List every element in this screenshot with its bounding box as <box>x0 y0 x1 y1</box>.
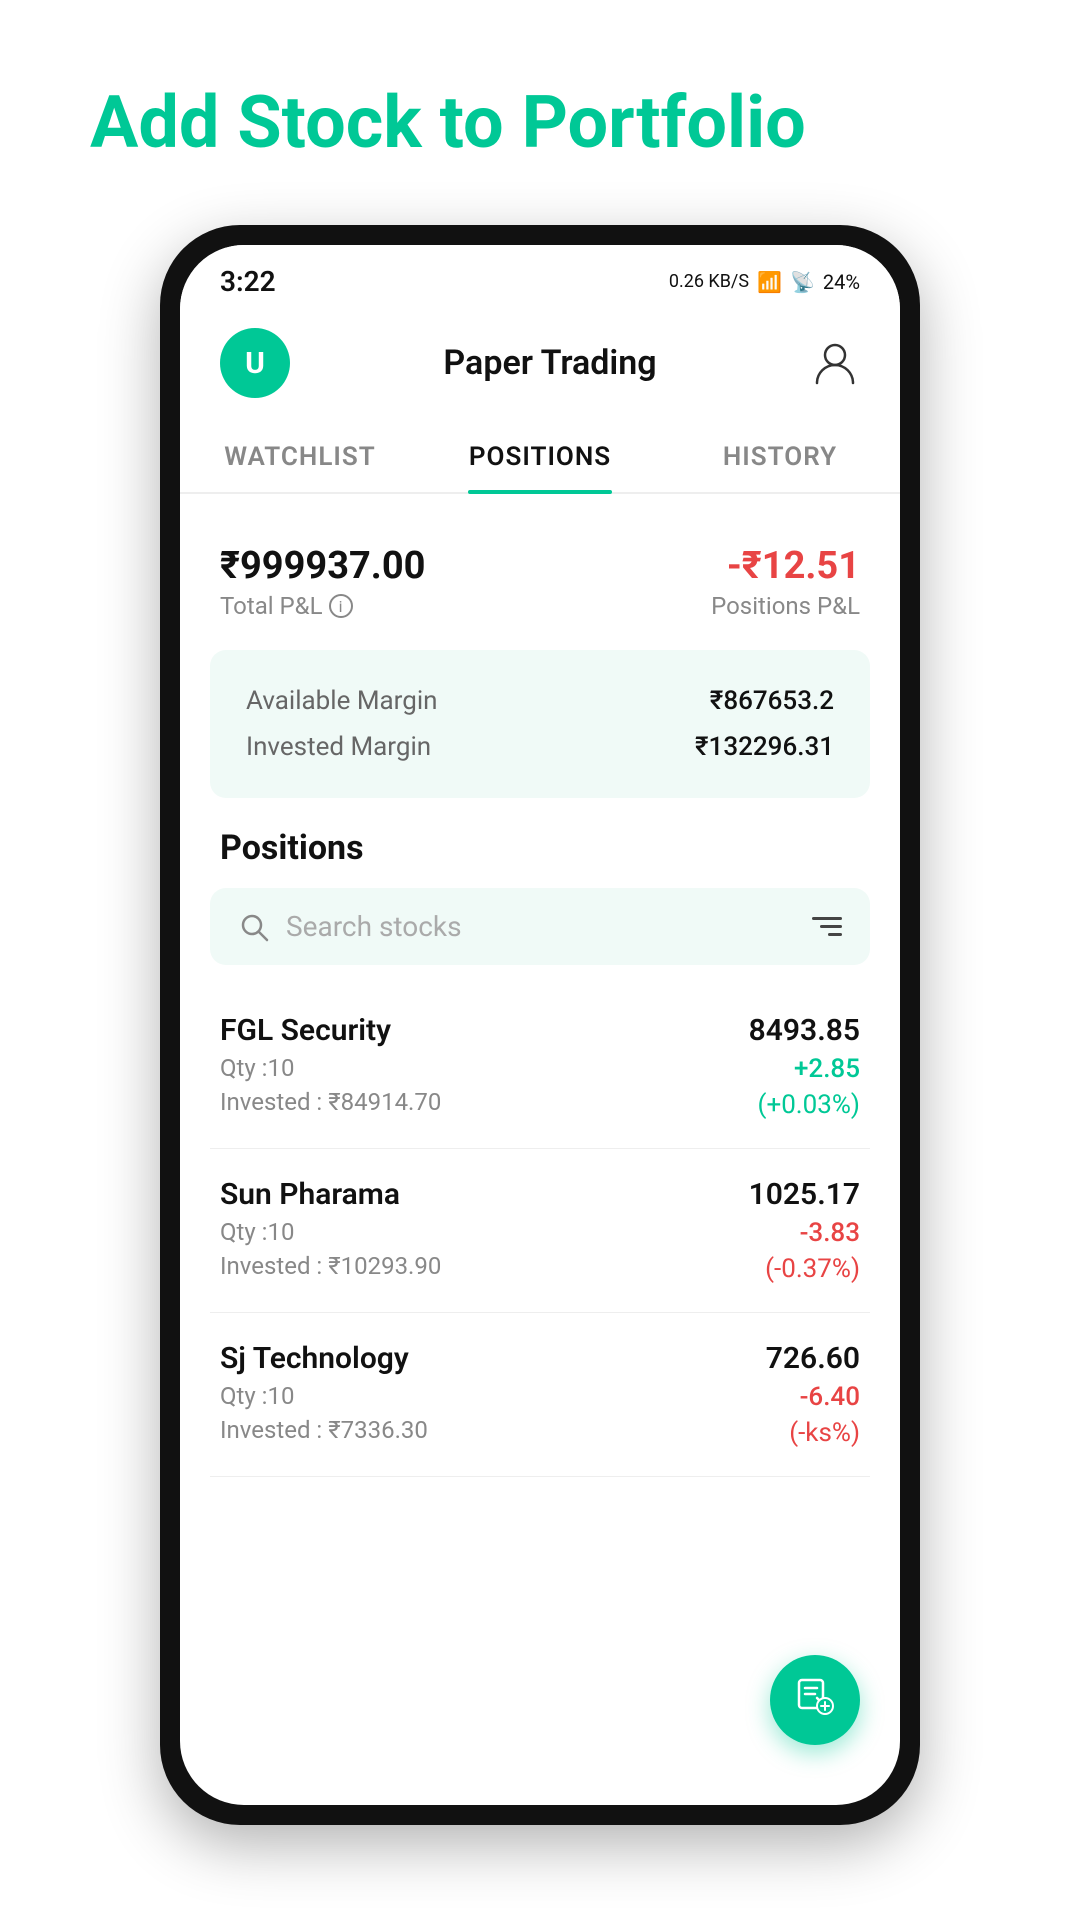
tab-positions[interactable]: POSITIONS <box>420 418 660 492</box>
phone-frame: 3:22 0.26 KB/S 📶 📡 24% U Paper Trading <box>160 225 920 1825</box>
stock-left-sjtech: Sj Technology Qty :10 Invested : ₹7336.3… <box>220 1341 428 1444</box>
filter-icon[interactable] <box>812 917 842 936</box>
positions-pnl-value: -₹12.51 <box>550 544 860 588</box>
tab-history[interactable]: HISTORY <box>660 418 900 492</box>
invested-margin-label: Invested Margin <box>246 732 431 762</box>
status-bar: 3:22 0.26 KB/S 📶 📡 24% <box>180 245 900 308</box>
stock-pct-sunpharma: (-0.37%) <box>765 1254 860 1284</box>
stock-change-fgl: +2.85 <box>794 1054 860 1084</box>
battery-text: 24% <box>823 270 860 294</box>
stock-left-sunpharma: Sun Pharama Qty :10 Invested : ₹10293.90 <box>220 1177 441 1280</box>
app-header: U Paper Trading <box>180 308 900 418</box>
page-title-part2: Portfolio <box>522 80 806 165</box>
available-margin-label: Available Margin <box>246 686 438 716</box>
positions-pnl-col: -₹12.51 Positions P&L <box>550 544 860 620</box>
stock-item-fgl[interactable]: FGL Security Qty :10 Invested : ₹84914.7… <box>210 985 870 1149</box>
available-margin-row: Available Margin ₹867653.2 <box>246 678 834 724</box>
stock-price-fgl: 8493.85 <box>749 1013 860 1048</box>
invested-margin-row: Invested Margin ₹132296.31 <box>246 724 834 770</box>
positions-heading: Positions <box>180 818 900 888</box>
add-icon <box>795 1676 835 1725</box>
search-bar[interactable]: Search stocks <box>210 888 870 965</box>
page-title-part1: Add Stock to <box>90 80 522 165</box>
stock-name-sunpharma: Sun Pharama <box>220 1177 441 1212</box>
wifi-icon: 📶 <box>757 270 782 294</box>
stock-item-sunpharma[interactable]: Sun Pharama Qty :10 Invested : ₹10293.90… <box>210 1149 870 1313</box>
search-icon <box>238 911 270 943</box>
phone-screen: 3:22 0.26 KB/S 📶 📡 24% U Paper Trading <box>180 245 900 1805</box>
tabs: WATCHLIST POSITIONS HISTORY <box>180 418 900 494</box>
stock-item-sjtech[interactable]: Sj Technology Qty :10 Invested : ₹7336.3… <box>210 1313 870 1477</box>
stock-price-sunpharma: 1025.17 <box>749 1177 860 1212</box>
stock-qty-sunpharma: Qty :10 <box>220 1218 441 1246</box>
profile-icon[interactable] <box>810 338 860 388</box>
stock-qty-sjtech: Qty :10 <box>220 1382 428 1410</box>
search-input[interactable]: Search stocks <box>286 910 796 943</box>
summary-section: ₹999937.00 Total P&L i -₹12.51 Positions… <box>180 514 900 640</box>
add-stock-fab[interactable] <box>770 1655 860 1745</box>
avatar: U <box>220 328 290 398</box>
status-time: 3:22 <box>220 265 276 298</box>
stock-pct-fgl: (+0.03%) <box>758 1090 860 1120</box>
margin-box: Available Margin ₹867653.2 Invested Marg… <box>210 650 870 798</box>
total-pnl-value: ₹999937.00 <box>220 544 530 588</box>
stock-left-fgl: FGL Security Qty :10 Invested : ₹84914.7… <box>220 1013 441 1116</box>
status-icons: 0.26 KB/S 📶 📡 24% <box>669 270 860 294</box>
info-icon[interactable]: i <box>329 594 353 618</box>
tab-watchlist[interactable]: WATCHLIST <box>180 418 420 492</box>
stock-invested-sunpharma: Invested : ₹10293.90 <box>220 1252 441 1280</box>
invested-margin-value: ₹132296.31 <box>695 732 834 762</box>
stock-right-sunpharma: 1025.17 -3.83 (-0.37%) <box>749 1177 860 1284</box>
stock-name-fgl: FGL Security <box>220 1013 441 1048</box>
page-wrapper: Add Stock to Portfolio 3:22 0.26 KB/S 📶 … <box>0 0 1080 1920</box>
app-title: Paper Trading <box>443 343 656 383</box>
signal-icon: 📡 <box>790 270 815 294</box>
stock-right-fgl: 8493.85 +2.85 (+0.03%) <box>749 1013 860 1120</box>
stock-price-sjtech: 726.60 <box>766 1341 860 1376</box>
network-speed: 0.26 KB/S <box>669 271 749 292</box>
stock-right-sjtech: 726.60 -6.40 (-ks%) <box>766 1341 860 1448</box>
stock-qty-fgl: Qty :10 <box>220 1054 441 1082</box>
stock-change-sunpharma: -3.83 <box>800 1218 860 1248</box>
positions-pnl-label: Positions P&L <box>550 592 860 620</box>
stock-invested-fgl: Invested : ₹84914.70 <box>220 1088 441 1116</box>
total-pnl-label: Total P&L i <box>220 592 530 620</box>
page-title: Add Stock to Portfolio <box>0 80 806 165</box>
stock-list: FGL Security Qty :10 Invested : ₹84914.7… <box>180 985 900 1477</box>
available-margin-value: ₹867653.2 <box>710 686 834 716</box>
stock-invested-sjtech: Invested : ₹7336.30 <box>220 1416 428 1444</box>
total-pnl-col: ₹999937.00 Total P&L i <box>220 544 530 620</box>
stock-name-sjtech: Sj Technology <box>220 1341 428 1376</box>
stock-change-sjtech: -6.40 <box>800 1382 860 1412</box>
stock-pct-sjtech: (-ks%) <box>789 1418 860 1448</box>
